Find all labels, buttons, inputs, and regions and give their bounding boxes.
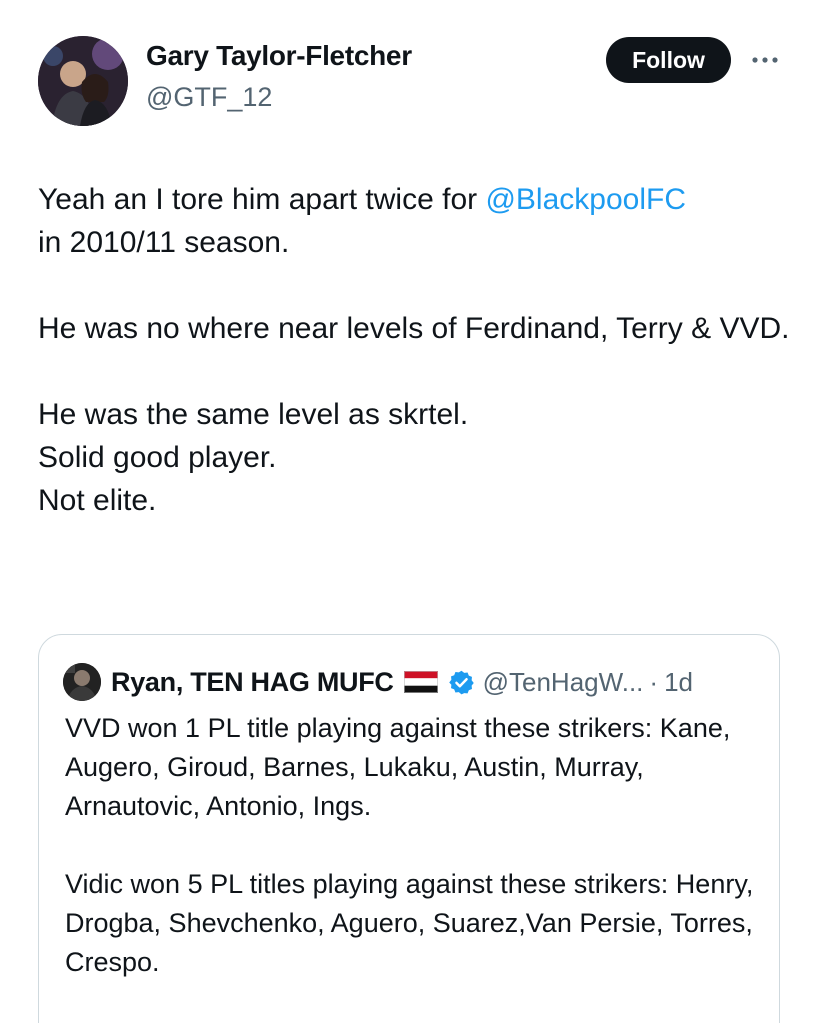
tweet-header: Gary Taylor-Fletcher @GTF_12 Follow — [0, 0, 818, 140]
quote-paragraph-2: Vidic won 5 PL titles playing against th… — [65, 869, 754, 977]
quote-author-handle: @TenHagW... — [482, 666, 644, 697]
mention-link[interactable]: @BlackpoolFC — [485, 183, 686, 216]
quote-header: Ryan, TEN HAG MUFC @TenHagW... · 1d — [63, 662, 693, 702]
yemen-flag-icon — [403, 670, 438, 694]
author-avatar[interactable] — [38, 36, 128, 126]
tweet-text: Yeah an I tore him apart twice for @Blac… — [38, 178, 798, 522]
tweet-line: He was the same level as skrtel. — [38, 398, 469, 431]
tweet-line: Solid good player. — [38, 441, 277, 474]
quote-author-avatar — [63, 663, 101, 701]
quote-author-name: Ryan, TEN HAG MUFC — [111, 666, 394, 697]
tweet-paragraph-2: He was no where near levels of Ferdinand… — [38, 312, 790, 345]
tweet-paragraph-1: Yeah an I tore him apart twice for @Blac… — [38, 178, 798, 264]
quote-separator: · — [649, 666, 659, 697]
follow-button[interactable]: Follow — [606, 37, 731, 83]
tweet-text-before-mention: Yeah an I tore him apart twice for — [38, 183, 486, 216]
tweet-paragraph-3: He was the same level as skrtel. Solid go… — [38, 393, 798, 522]
quote-paragraph-1: VVD won 1 PL title playing against these… — [65, 713, 731, 821]
tweet-line: Not elite. — [38, 484, 157, 517]
more-horizontal-icon[interactable] — [748, 45, 782, 75]
quote-text: VVD won 1 PL title playing against these… — [65, 709, 765, 1021]
verified-badge-icon — [448, 669, 475, 696]
quote-timestamp[interactable]: 1d — [664, 667, 693, 698]
author-handle[interactable]: @GTF_12 — [146, 82, 272, 113]
quote-tweet-card[interactable]: Ryan, TEN HAG MUFC @TenHagW... · 1d VVD … — [38, 634, 780, 1023]
author-name[interactable]: Gary Taylor-Fletcher — [146, 40, 412, 72]
tweet-text-after-mention: in 2010/11 season. — [38, 226, 290, 259]
